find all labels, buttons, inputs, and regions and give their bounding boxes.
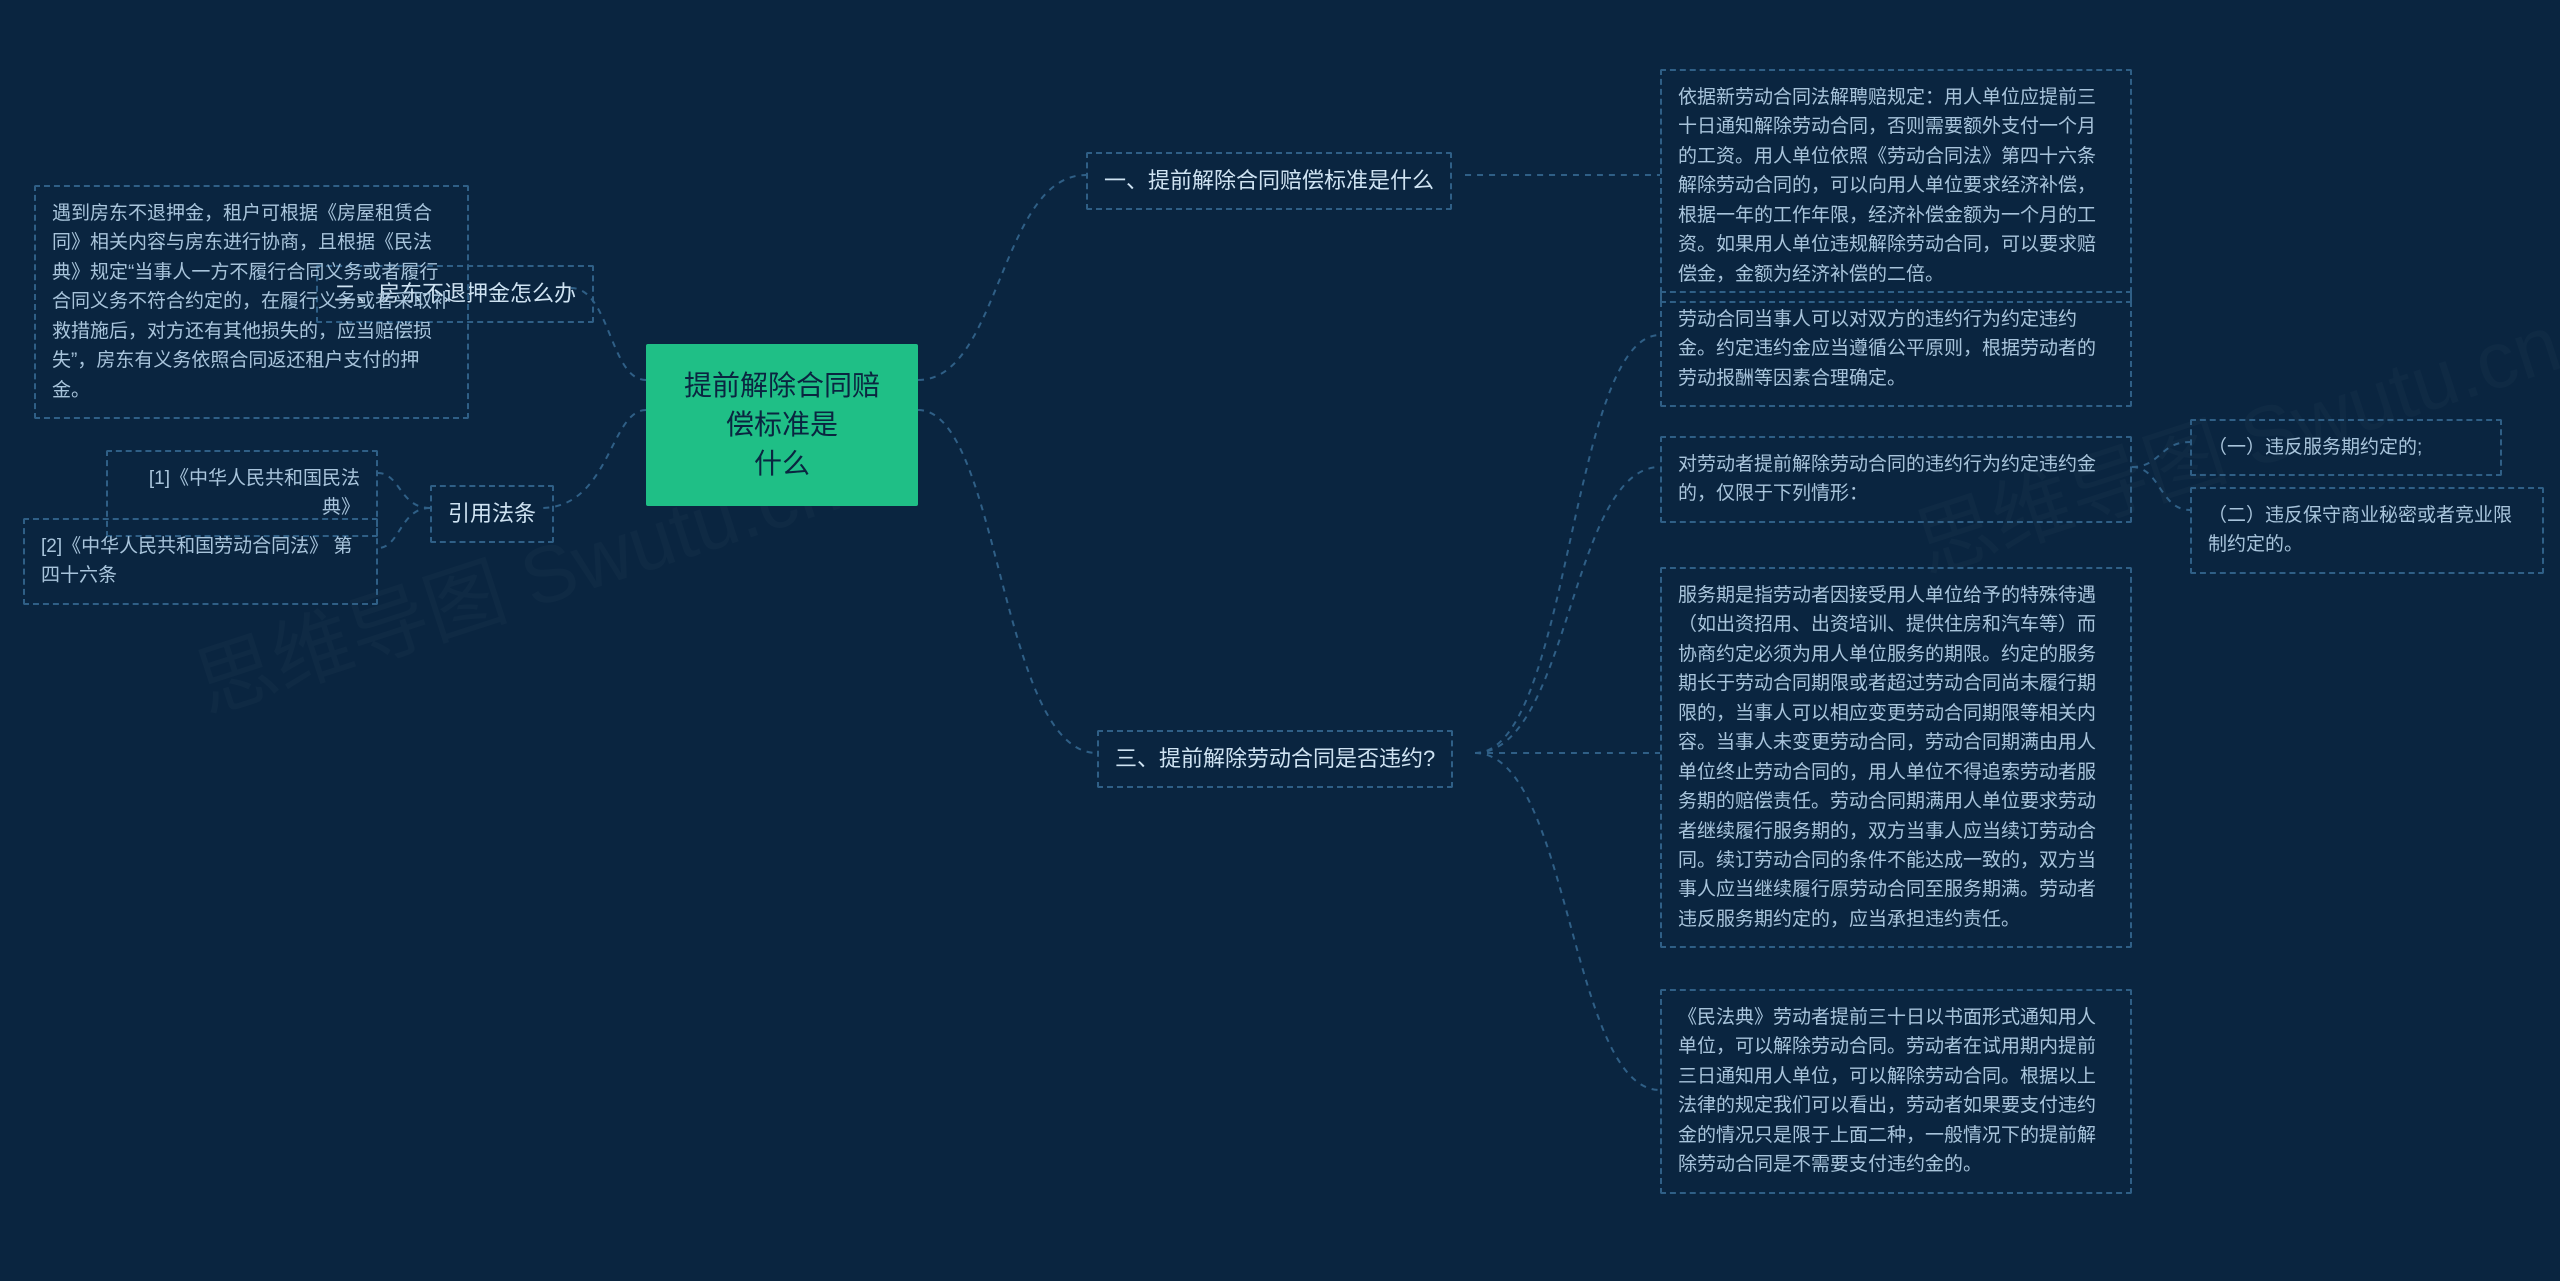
branch-section-3: 三、提前解除劳动合同是否违约? — [1097, 730, 1453, 788]
branch-3-label: 三、提前解除劳动合同是否违约? — [1115, 746, 1435, 771]
branch-1-label: 一、提前解除合同赔偿标准是什么 — [1104, 168, 1434, 193]
leaf-3-2-sub1: （一）违反服务期约定的; — [2190, 419, 2502, 476]
leaf-2-text: 遇到房东不退押金，租户可根据《房屋租赁合同》相关内容与房东进行协商，且根据《民法… — [52, 203, 451, 401]
leaf-3-2-text: 对劳动者提前解除劳动合同的违约行为约定违约金的，仅限于下列情形： — [1678, 454, 2096, 504]
leaf-3-3: 服务期是指劳动者因接受用人单位给予的特殊待遇（如出资招用、出资培训、提供住房和汽… — [1660, 567, 2132, 948]
leaf-3-4: 《民法典》劳动者提前三十日以书面形式通知用人单位，可以解除劳动合同。劳动者在试用… — [1660, 989, 2132, 1194]
leaf-3-1: 劳动合同当事人可以对双方的违约行为约定违约金。约定违约金应当遵循公平原则，根据劳… — [1660, 291, 2132, 407]
leaf-3-3-text: 服务期是指劳动者因接受用人单位给予的特殊待遇（如出资招用、出资培训、提供住房和汽… — [1678, 585, 2096, 930]
leaf-3-2-sub2-text: （二）违反保守商业秘密或者竞业限制约定的。 — [2208, 505, 2512, 555]
root-line1: 提前解除合同赔偿标准是 — [684, 370, 880, 440]
leaf-section-1-content: 依据新劳动合同法解聘赔规定：用人单位应提前三十日通知解除劳动合同，否则需要额外支… — [1660, 69, 2132, 303]
leaf-ref-2: [2]《中华人民共和国劳动合同法》 第四十六条 — [23, 518, 378, 605]
leaf-3-4-text: 《民法典》劳动者提前三十日以书面形式通知用人单位，可以解除劳动合同。劳动者在试用… — [1678, 1007, 2096, 1175]
leaf-1-text: 依据新劳动合同法解聘赔规定：用人单位应提前三十日通知解除劳动合同，否则需要额外支… — [1678, 87, 2096, 285]
leaf-3-1-text: 劳动合同当事人可以对双方的违约行为约定违约金。约定违约金应当遵循公平原则，根据劳… — [1678, 309, 2096, 389]
leaf-3-2-sub1-text: （一）违反服务期约定的; — [2208, 437, 2422, 458]
leaf-ref-2-text: [2]《中华人民共和国劳动合同法》 第四十六条 — [41, 536, 352, 586]
root-line2: 什么 — [754, 448, 810, 479]
leaf-3-2-sub2: （二）违反保守商业秘密或者竞业限制约定的。 — [2190, 487, 2544, 574]
branch-refs-label: 引用法条 — [448, 501, 536, 526]
root-node: 提前解除合同赔偿标准是 什么 — [646, 344, 918, 506]
leaf-section-2-content: 遇到房东不退押金，租户可根据《房屋租赁合同》相关内容与房东进行协商，且根据《民法… — [34, 185, 469, 419]
leaf-3-2: 对劳动者提前解除劳动合同的违约行为约定违约金的，仅限于下列情形： — [1660, 436, 2132, 523]
leaf-ref-1-text: [1]《中华人民共和国民法典》 — [149, 468, 360, 518]
branch-references: 引用法条 — [430, 485, 554, 543]
branch-section-1: 一、提前解除合同赔偿标准是什么 — [1086, 152, 1452, 210]
